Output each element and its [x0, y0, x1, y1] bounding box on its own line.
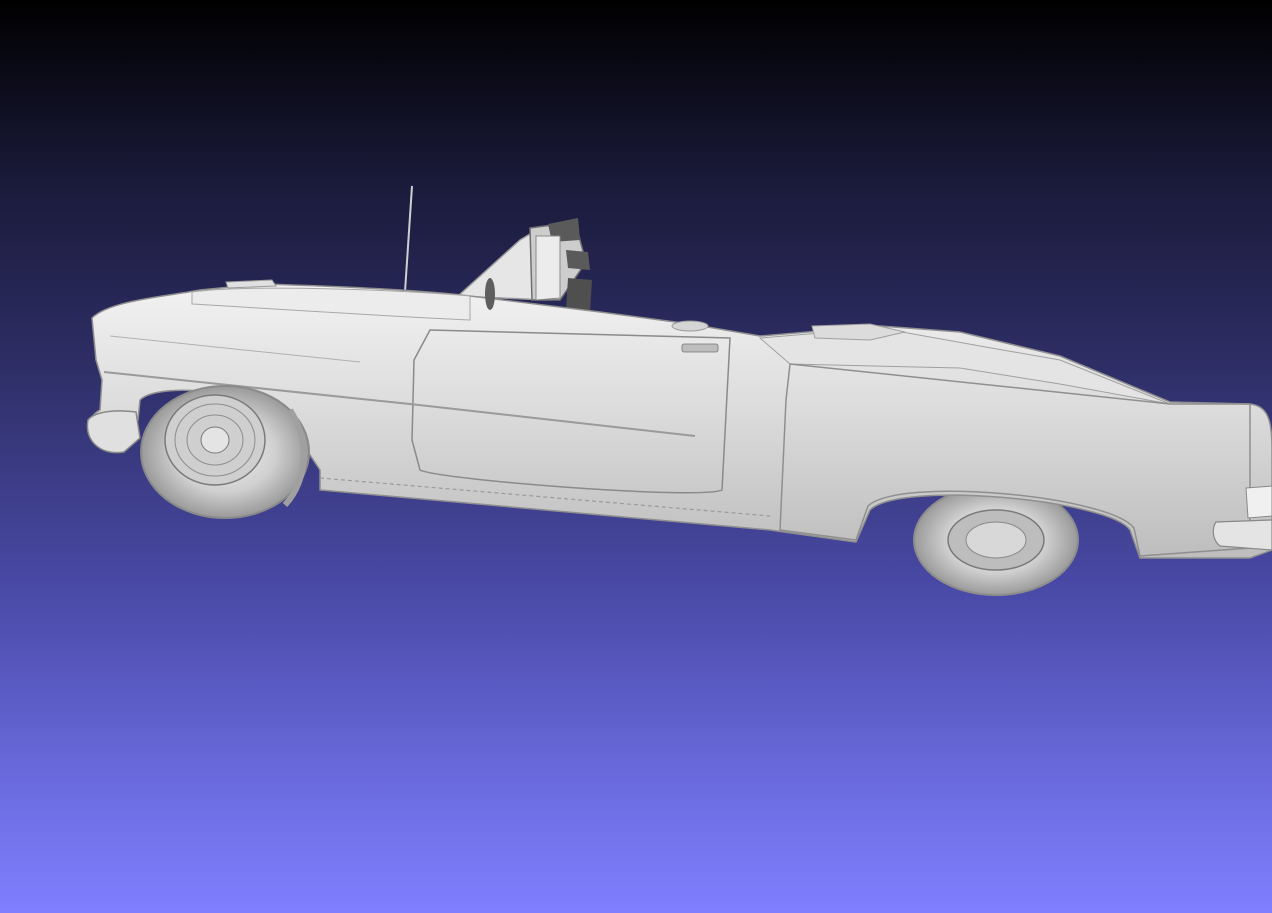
mesh-render[interactable] [0, 0, 1272, 913]
front-wheel [140, 385, 310, 519]
3d-viewport[interactable] [0, 0, 1272, 913]
